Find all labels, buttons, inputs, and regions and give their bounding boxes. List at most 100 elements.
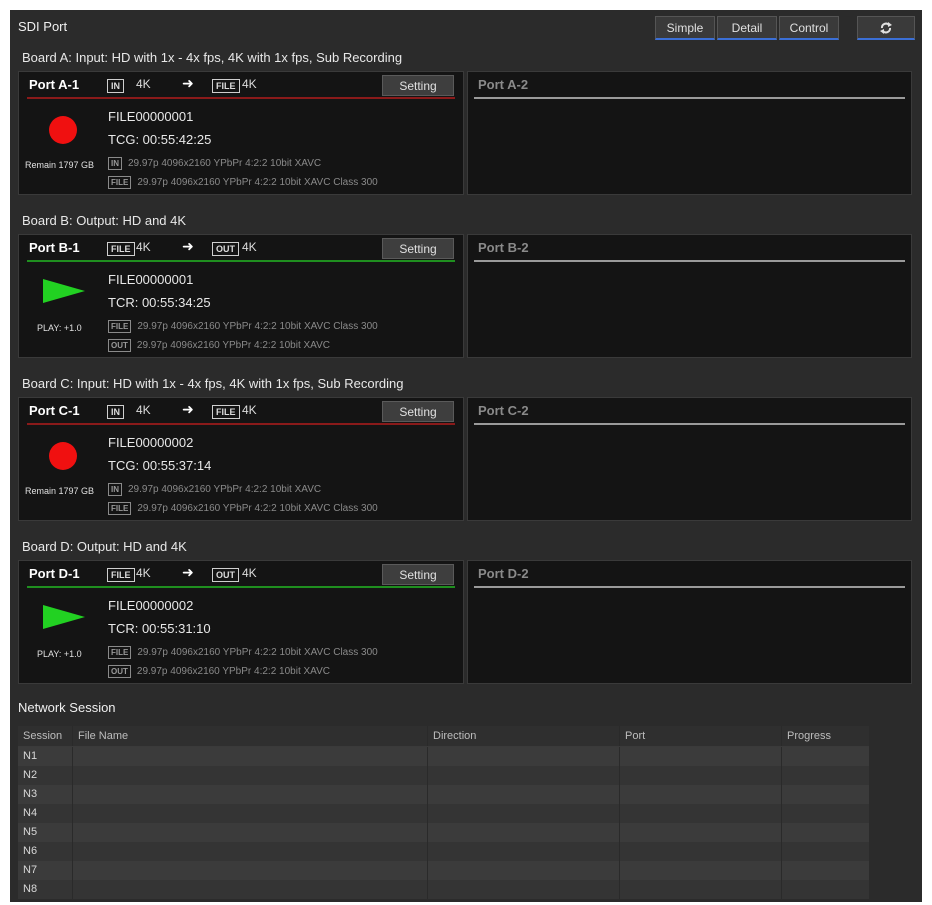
play-speed: PLAY: +1.0 bbox=[37, 649, 82, 659]
refresh-icon bbox=[880, 21, 892, 34]
record-icon bbox=[49, 442, 77, 470]
progress-cell bbox=[782, 880, 869, 899]
remain-capacity: Remain 1797 GB bbox=[25, 160, 95, 170]
info-text: 29.97p 4096x2160 YPbPr 4:2:2 10bit XAVC … bbox=[137, 503, 378, 515]
column-header-file-name[interactable]: File Name bbox=[73, 726, 428, 746]
info-text: 29.97p 4096x2160 YPbPr 4:2:2 10bit XAVC … bbox=[137, 177, 378, 189]
arrow-right-icon: ➜ bbox=[182, 238, 194, 254]
destination-format: 4K bbox=[242, 403, 257, 417]
destination-format: 4K bbox=[242, 566, 257, 580]
table-row[interactable]: N5 bbox=[18, 823, 869, 842]
file-name-cell bbox=[73, 804, 428, 823]
setting-button[interactable]: Setting bbox=[382, 564, 454, 585]
status-underline bbox=[27, 586, 455, 588]
destination-tag: FILE bbox=[212, 79, 240, 93]
progress-cell bbox=[782, 861, 869, 880]
file-name: FILE00000001 bbox=[108, 109, 194, 124]
direction-cell bbox=[428, 842, 620, 861]
timecode: TCR: 00:55:34:25 bbox=[108, 295, 211, 310]
info-text: 29.97p 4096x2160 YPbPr 4:2:2 10bit XAVC bbox=[136, 340, 330, 352]
table-row[interactable]: N1 bbox=[18, 747, 869, 766]
file-name: FILE00000002 bbox=[108, 435, 194, 450]
direction-cell bbox=[428, 823, 620, 842]
column-header-progress[interactable]: Progress bbox=[782, 726, 869, 746]
control-view-button[interactable]: Control bbox=[779, 16, 839, 40]
progress-cell bbox=[782, 804, 869, 823]
arrow-right-icon: ➜ bbox=[182, 75, 194, 91]
sdi-port-window: SDI Port Simple Detail Control Board A: … bbox=[10, 10, 922, 902]
port-name: Port C-1 bbox=[29, 403, 80, 418]
port-panel-2: Port B-2 bbox=[467, 234, 912, 358]
signal-info-row: FILE 29.97p 4096x2160 YPbPr 4:2:2 10bit X… bbox=[108, 320, 378, 333]
info-text: 29.97p 4096x2160 YPbPr 4:2:2 10bit XAVC … bbox=[137, 647, 378, 659]
signal-info-row: IN 29.97p 4096x2160 YPbPr 4:2:2 10bit XAV… bbox=[108, 483, 321, 496]
signal-info-row: OUT 29.97p 4096x2160 YPbPr 4:2:2 10bit XA… bbox=[108, 339, 330, 352]
arrow-right-icon: ➜ bbox=[182, 401, 194, 417]
direction-cell bbox=[428, 785, 620, 804]
file-name-cell bbox=[73, 747, 428, 766]
record-icon bbox=[49, 116, 77, 144]
setting-button[interactable]: Setting bbox=[382, 238, 454, 259]
port-panel-1: Port C-1 IN 4K ➜ FILE 4K Setting FILE000… bbox=[18, 397, 464, 521]
table-row[interactable]: N7 bbox=[18, 861, 869, 880]
board-title: Board D: Output: HD and 4K bbox=[22, 539, 187, 554]
destination-tag: OUT bbox=[212, 242, 239, 256]
play-icon bbox=[43, 605, 85, 629]
simple-view-button[interactable]: Simple bbox=[655, 16, 715, 40]
session-cell: N1 bbox=[18, 747, 73, 766]
refresh-button[interactable] bbox=[857, 16, 915, 40]
destination-tag: OUT bbox=[212, 568, 239, 582]
board-title: Board A: Input: HD with 1x - 4x fps, 4K … bbox=[22, 50, 403, 65]
source-format: 4K bbox=[136, 403, 151, 417]
port-underline bbox=[474, 423, 905, 425]
column-header-port[interactable]: Port bbox=[620, 726, 782, 746]
port-name: Port C-2 bbox=[478, 403, 529, 418]
setting-button[interactable]: Setting bbox=[382, 401, 454, 422]
session-cell: N5 bbox=[18, 823, 73, 842]
setting-button[interactable]: Setting bbox=[382, 75, 454, 96]
port-name: Port B-1 bbox=[29, 240, 80, 255]
session-cell: N7 bbox=[18, 861, 73, 880]
column-header-session[interactable]: Session bbox=[18, 726, 73, 746]
file-name-cell bbox=[73, 766, 428, 785]
port-panel-2: Port D-2 bbox=[467, 560, 912, 684]
progress-cell bbox=[782, 747, 869, 766]
signal-info-row: FILE 29.97p 4096x2160 YPbPr 4:2:2 10bit X… bbox=[108, 502, 378, 515]
play-icon bbox=[43, 279, 85, 303]
destination-tag: FILE bbox=[212, 405, 240, 419]
info-tag: OUT bbox=[108, 339, 131, 352]
port-underline bbox=[474, 260, 905, 262]
column-header-direction[interactable]: Direction bbox=[428, 726, 620, 746]
info-text: 29.97p 4096x2160 YPbPr 4:2:2 10bit XAVC bbox=[136, 666, 330, 678]
progress-cell bbox=[782, 785, 869, 804]
table-row[interactable]: N2 bbox=[18, 766, 869, 785]
info-tag: FILE bbox=[108, 502, 132, 515]
session-cell: N2 bbox=[18, 766, 73, 785]
info-tag: FILE bbox=[108, 320, 132, 333]
port-cell bbox=[620, 880, 782, 899]
port-cell bbox=[620, 747, 782, 766]
detail-view-button[interactable]: Detail bbox=[717, 16, 777, 40]
session-cell: N4 bbox=[18, 804, 73, 823]
play-speed: PLAY: +1.0 bbox=[37, 323, 82, 333]
port-cell bbox=[620, 823, 782, 842]
source-tag: FILE bbox=[107, 242, 135, 256]
port-name: Port B-2 bbox=[478, 240, 529, 255]
info-tag: IN bbox=[108, 157, 122, 170]
signal-info-row: FILE 29.97p 4096x2160 YPbPr 4:2:2 10bit X… bbox=[108, 646, 378, 659]
table-row[interactable]: N4 bbox=[18, 804, 869, 823]
progress-cell bbox=[782, 842, 869, 861]
port-name: Port D-1 bbox=[29, 566, 80, 581]
table-row[interactable]: N8 bbox=[18, 880, 869, 899]
info-tag: IN bbox=[108, 483, 122, 496]
info-tag: FILE bbox=[108, 176, 132, 189]
info-tag: FILE bbox=[108, 646, 132, 659]
status-underline bbox=[27, 260, 455, 262]
table-row[interactable]: N6 bbox=[18, 842, 869, 861]
destination-format: 4K bbox=[242, 240, 257, 254]
table-row[interactable]: N3 bbox=[18, 785, 869, 804]
file-name-cell bbox=[73, 823, 428, 842]
destination-format: 4K bbox=[242, 77, 257, 91]
source-tag: IN bbox=[107, 79, 124, 93]
signal-info-row: IN 29.97p 4096x2160 YPbPr 4:2:2 10bit XAV… bbox=[108, 157, 321, 170]
